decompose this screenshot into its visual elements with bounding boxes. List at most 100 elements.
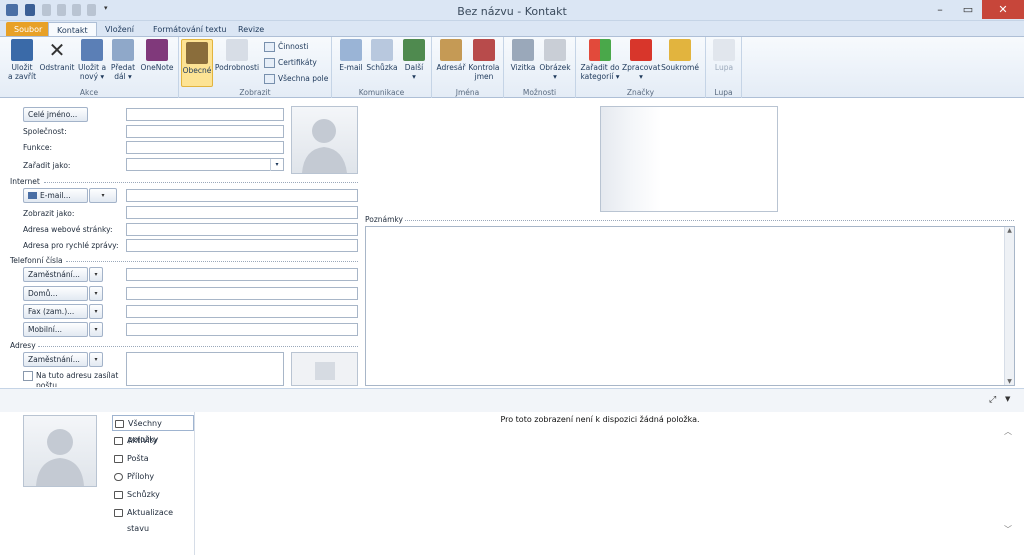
- more-communicate-button[interactable]: Další ▾: [400, 39, 428, 81]
- nav-meetings[interactable]: Schůzky: [112, 487, 194, 503]
- group-label-zoom: Lupa: [714, 88, 733, 97]
- onenote-icon: [146, 39, 168, 61]
- picture-person-icon: [544, 39, 566, 61]
- people-pane: Všechny položky Aktivity Pošta Přílohy S…: [0, 412, 1024, 555]
- empty-message: Pro toto zobrazení není k dispozici žádn…: [500, 415, 700, 424]
- email-input[interactable]: [126, 189, 358, 202]
- tab-contact[interactable]: Kontakt: [48, 22, 97, 37]
- company-label: Společnost:: [23, 127, 67, 136]
- phone-home-input[interactable]: [126, 287, 358, 300]
- notes-textarea[interactable]: [365, 226, 1015, 386]
- ribbon-tabs: Soubor Kontakt Vložení Formátování textu…: [0, 21, 1024, 37]
- nav-status-updates[interactable]: Aktualizace stavu: [112, 505, 194, 533]
- flag-icon: [630, 39, 652, 61]
- scroll-down-icon[interactable]: ▼: [1005, 378, 1014, 385]
- people-scroll-up-icon[interactable]: ︿: [1004, 426, 1012, 437]
- email-icon: [340, 39, 362, 61]
- envelope-icon: [114, 455, 123, 463]
- home-icon: [115, 420, 124, 428]
- delete-button[interactable]: ✕ Odstranit: [38, 39, 76, 72]
- phone-mobile-chevron-down-icon[interactable]: ▾: [89, 322, 103, 337]
- phone-mobile-input[interactable]: [126, 323, 358, 336]
- business-card-preview[interactable]: [600, 106, 778, 212]
- save-new-button[interactable]: Uložit a nový ▾: [76, 39, 108, 81]
- close-button[interactable]: ✕: [982, 0, 1024, 19]
- address-book-button[interactable]: Adresář: [435, 39, 467, 72]
- address-chevron-down-icon[interactable]: ▾: [89, 352, 103, 367]
- magnifier-icon: [713, 39, 735, 61]
- full-name-input[interactable]: [126, 108, 284, 121]
- mailing-address-checkbox[interactable]: [23, 371, 33, 381]
- mailing-address-label: Na tuto adresu zasílat: [36, 371, 119, 380]
- general-view-button[interactable]: Obecné: [181, 39, 213, 87]
- contact-photo[interactable]: [291, 106, 358, 174]
- forward-button[interactable]: Předat dál ▾: [108, 39, 138, 81]
- webpage-input[interactable]: [126, 223, 358, 236]
- tab-format-text[interactable]: Formátování textu: [145, 22, 234, 37]
- notes-label: Poznámky: [365, 215, 403, 224]
- nav-divider: [194, 412, 195, 555]
- phone-fax-button[interactable]: Fax (zam.)...: [23, 304, 88, 319]
- nav-mail[interactable]: Pošta: [112, 451, 194, 467]
- email-chevron-down-icon[interactable]: ▾: [89, 188, 117, 203]
- follow-up-button[interactable]: Zpracovat ▾: [622, 39, 660, 81]
- notes-scrollbar[interactable]: ▲ ▼: [1004, 227, 1014, 385]
- phone-home-button[interactable]: Domů...: [23, 286, 88, 301]
- nav-all-items[interactable]: Všechny položky: [112, 415, 194, 444]
- im-address-label: Adresa pro rychlé zprávy:: [23, 241, 119, 250]
- business-card-button[interactable]: Vizitka: [508, 39, 538, 72]
- tab-file[interactable]: Soubor: [6, 22, 51, 37]
- tab-review[interactable]: Revize: [230, 22, 272, 37]
- phone-home-chevron-down-icon[interactable]: ▾: [89, 286, 103, 301]
- onenote-button[interactable]: OneNote: [138, 39, 176, 72]
- phone-fax-chevron-down-icon[interactable]: ▾: [89, 304, 103, 319]
- collapse-chevron-icon[interactable]: ▼: [1005, 395, 1010, 403]
- phone-business-input[interactable]: [126, 268, 358, 281]
- activities-button[interactable]: Činnosti: [263, 40, 308, 54]
- nav-attachments[interactable]: Přílohy: [112, 469, 194, 485]
- all-fields-button[interactable]: Všechna pole: [263, 72, 328, 86]
- picture-button[interactable]: Obrázek ▾: [538, 39, 572, 81]
- group-label-options: Možnosti: [522, 88, 557, 97]
- email-button[interactable]: E-mail: [336, 39, 366, 72]
- minimize-button[interactable]: –: [926, 0, 954, 19]
- email-type-button[interactable]: E-mail...: [23, 188, 88, 203]
- zoom-button[interactable]: Lupa: [709, 39, 739, 72]
- phone-fax-input[interactable]: [126, 305, 358, 318]
- check-names-button[interactable]: Kontrola jmen: [467, 39, 501, 81]
- nav-activities[interactable]: Aktivity: [112, 433, 194, 449]
- person-silhouette-icon-2: [36, 429, 84, 486]
- meeting-button[interactable]: Schůzka: [366, 39, 398, 72]
- private-button[interactable]: Soukromé: [660, 39, 700, 72]
- address-business-button[interactable]: Zaměstnání...: [23, 352, 88, 367]
- file-as-chevron-down-icon[interactable]: ▾: [270, 159, 283, 171]
- certificates-button[interactable]: Certifikáty: [263, 56, 317, 70]
- phone-business-button[interactable]: Zaměstnání...: [23, 267, 88, 282]
- categorize-button[interactable]: Zařadit do kategorií ▾: [578, 39, 622, 81]
- email-card-icon: [28, 192, 37, 199]
- file-as-select[interactable]: [126, 158, 284, 171]
- group-options: Vizitka Obrázek ▾ Možnosti: [504, 37, 576, 98]
- maximize-button[interactable]: ▭: [954, 0, 982, 19]
- activities-list-icon: [114, 437, 123, 445]
- map-button[interactable]: [291, 352, 358, 386]
- phone-mobile-button[interactable]: Mobilní...: [23, 322, 88, 337]
- more-icon: [403, 39, 425, 61]
- display-as-input[interactable]: [126, 206, 358, 219]
- full-name-button[interactable]: Celé jméno...: [23, 107, 88, 122]
- people-scroll-down-icon[interactable]: ﹀: [1004, 524, 1012, 535]
- im-address-input[interactable]: [126, 239, 358, 252]
- phone-business-chevron-down-icon[interactable]: ▾: [89, 267, 103, 282]
- company-input[interactable]: [126, 125, 284, 138]
- scroll-up-icon[interactable]: ▲: [1005, 227, 1014, 234]
- details-view-button[interactable]: Podrobnosti: [214, 39, 260, 72]
- phones-section-label: Telefonní čísla: [10, 256, 63, 265]
- save-close-button[interactable]: Uložit a zavřít: [6, 39, 38, 81]
- group-names: Adresář Kontrola jmen Jména: [432, 37, 504, 98]
- addresses-section-label: Adresy: [10, 341, 36, 350]
- job-title-input[interactable]: [126, 141, 284, 154]
- tab-insert[interactable]: Vložení: [97, 22, 142, 37]
- people-pane-header: ⤢ ▼: [0, 388, 1024, 412]
- expand-icon[interactable]: ⤢: [989, 395, 996, 405]
- address-textarea[interactable]: [126, 352, 284, 386]
